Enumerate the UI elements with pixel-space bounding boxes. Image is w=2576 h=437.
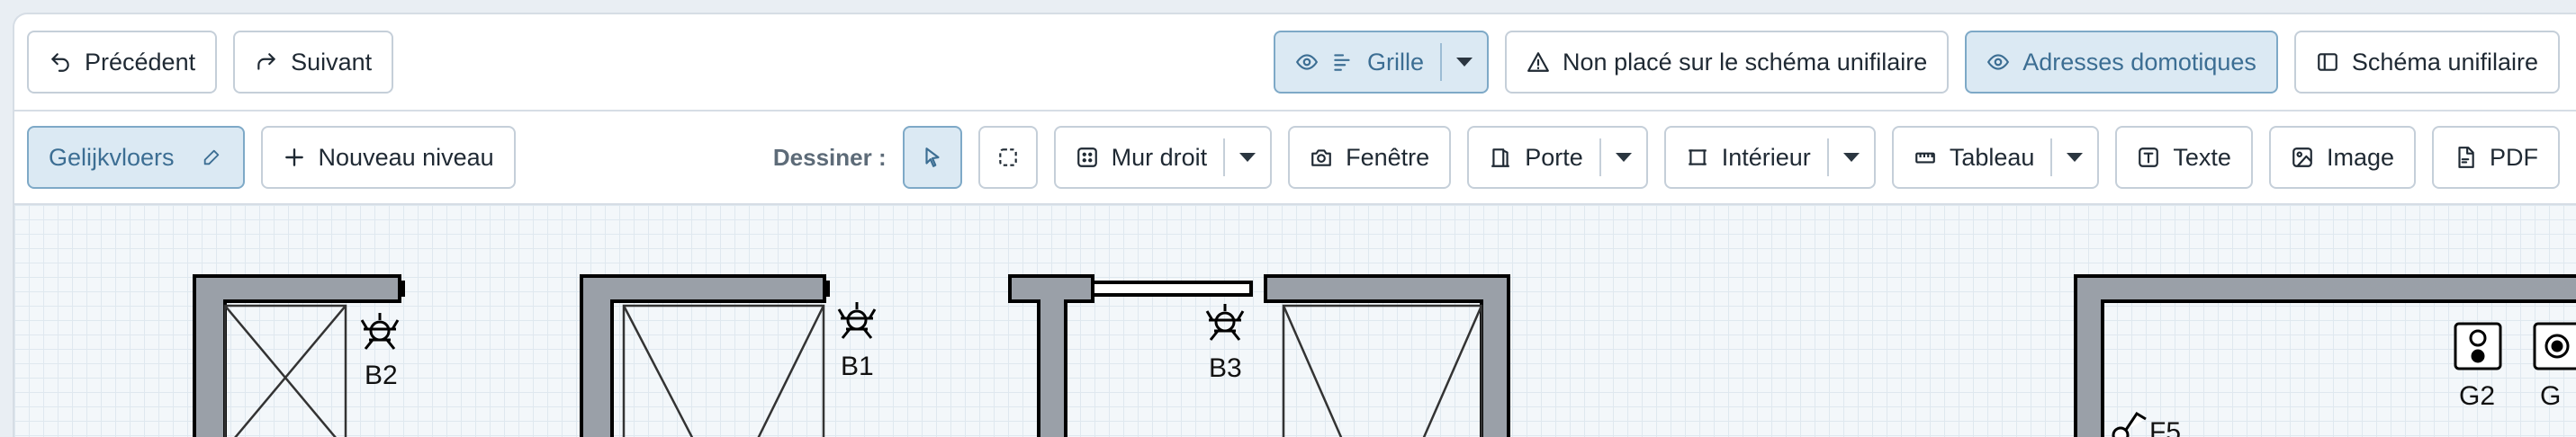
socket-symbol-g[interactable] [2533,322,2576,370]
light-symbol-b2[interactable] [360,313,400,350]
switch-symbol-f5[interactable] [2112,411,2147,437]
door-dropdown-toggle[interactable] [1599,138,1646,176]
frame-icon [1686,146,1709,169]
symbol-label-g: G [2540,381,2561,411]
grid-toggle-button[interactable]: Grille [1274,31,1490,94]
image-icon [2291,146,2314,169]
wall-room-3[interactable] [1264,274,1510,437]
text-label: Texte [2173,143,2231,171]
door-label: Porte [1525,143,1583,171]
new-level-button[interactable]: Nouveau niveau [260,126,516,189]
chevron-down-icon [2067,153,2084,162]
eye-icon [1986,50,2010,74]
chevron-down-icon [1842,153,1860,162]
board-tool-button[interactable]: Tableau [1891,126,2100,189]
chevron-down-icon [1615,153,1632,162]
chevron-down-icon [1239,153,1256,162]
image-label: Image [2326,143,2394,171]
pdf-label: PDF [2490,143,2538,171]
door-tool-button[interactable]: Porte [1467,126,1648,189]
symbol-label-b3: B3 [1209,353,1242,383]
floor-plan-drawing[interactable]: B2 B1 B3 G2 G F5 [14,205,2576,437]
symbol-label-f5: F5 [2149,417,2181,437]
wall-grid-icon [1076,146,1099,169]
interior-label: Intérieur [1721,143,1811,171]
editor-window: Précédent Suivant Grille Non placé sur l… [13,13,2576,437]
level-label: Gelijkvloers [49,143,175,171]
undo-arrow-icon [49,50,72,74]
straight-wall-button[interactable]: Mur droit [1053,126,1273,189]
board-dropdown-toggle[interactable] [2050,138,2097,176]
window-tool-button[interactable]: Fenêtre [1288,126,1452,189]
panel-board-icon [1914,146,1937,169]
eye-icon [1295,50,1319,74]
next-label: Suivant [291,48,373,76]
plus-icon [283,146,306,169]
light-symbol-b1[interactable] [837,302,877,339]
align-left-icon [1331,50,1355,74]
text-tool-button[interactable]: Texte [2115,126,2253,189]
pencil-icon[interactable] [200,146,223,169]
not-placed-label: Non placé sur le schéma unifilaire [1563,48,1928,76]
dashed-square-icon [996,146,1020,169]
symbol-label-g2: G2 [2459,381,2495,411]
light-symbol-b3[interactable] [1205,304,1245,341]
previous-button[interactable]: Précédent [27,31,218,94]
level-selector[interactable]: Gelijkvloers [27,126,245,189]
floor-plan-canvas[interactable]: B2 B1 B3 G2 G F5 [14,205,2576,437]
pdf-tool-button[interactable]: PDF [2432,126,2560,189]
door-icon [1489,146,1512,169]
domotic-addresses-button[interactable]: Adresses domotiques [1965,31,2278,94]
chevron-down-icon [1456,58,1473,67]
wall-room-2[interactable] [580,274,826,437]
straight-wall-label: Mur droit [1111,143,1208,171]
interior-element-3[interactable] [1282,304,1483,437]
draw-label: Dessiner : [772,143,887,171]
pdf-file-icon [2454,146,2477,169]
domotic-addresses-label: Adresses domotiques [2022,48,2256,76]
single-line-diagram-button[interactable]: Schéma unifilaire [2293,31,2560,94]
wall-dropdown-toggle[interactable] [1223,138,1270,176]
select-tool-button[interactable] [902,126,962,189]
single-line-diagram-label: Schéma unifilaire [2351,48,2538,76]
interior-tool-button[interactable]: Intérieur [1663,126,1876,189]
symbol-label-b1: B1 [841,352,874,381]
wall-pillar[interactable] [1008,274,1094,437]
sidebar-panel-icon [2316,50,2339,74]
cursor-pointer-icon [921,146,944,169]
grid-label: Grille [1367,48,1425,76]
text-box-icon [2137,146,2160,169]
forward-arrow-icon [255,50,278,74]
previous-label: Précédent [85,48,196,76]
interior-element-2[interactable] [622,304,825,437]
socket-symbol-g2[interactable] [2454,322,2502,370]
window-label: Fenêtre [1346,143,1430,171]
image-tool-button[interactable]: Image [2268,126,2416,189]
new-level-label: Nouveau niveau [318,143,494,171]
draw-toolbar: Gelijkvloers Nouveau niveau Dessiner : M… [14,111,2576,205]
grid-dropdown-toggle[interactable] [1440,43,1487,81]
interior-dropdown-toggle[interactable] [1826,138,1874,176]
warning-icon [1527,50,1550,74]
symbol-label-b2: B2 [365,361,398,390]
not-placed-button[interactable]: Non placé sur le schéma unifilaire [1505,31,1950,94]
camera-icon [1310,146,1333,169]
interior-element-1[interactable] [223,304,347,437]
top-toolbar: Précédent Suivant Grille Non placé sur l… [14,14,2576,111]
marquee-select-button[interactable] [977,126,1038,189]
board-label: Tableau [1949,143,2035,171]
next-button[interactable]: Suivant [233,31,394,94]
